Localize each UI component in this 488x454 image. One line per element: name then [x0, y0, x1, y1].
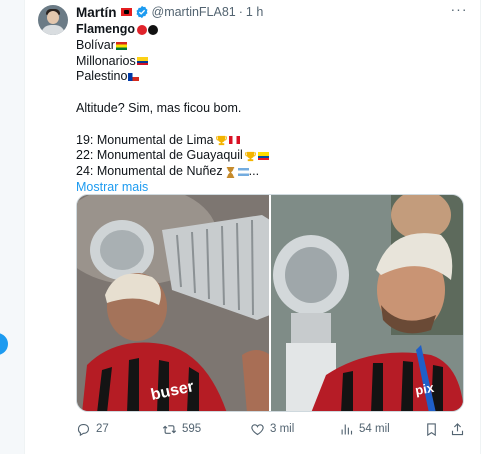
- bolivia-flag-icon: [115, 41, 127, 50]
- photo-player-kissing-trophy-right[interactable]: pix: [271, 195, 463, 411]
- trophy-icon: [244, 151, 256, 161]
- peru-flag-icon: [228, 136, 240, 145]
- more-icon[interactable]: ···: [450, 2, 468, 17]
- like-icon: [251, 423, 264, 435]
- share-button[interactable]: [450, 420, 470, 438]
- colombia-flag-icon: [136, 57, 148, 66]
- media-grid: buser pix: [76, 194, 464, 412]
- photo-player-kissing-trophy-left[interactable]: buser: [77, 195, 269, 411]
- photo-left-illustration: buser: [77, 195, 269, 411]
- chile-flag-icon: [128, 73, 140, 82]
- like-count: 3 mil: [270, 423, 295, 435]
- post-header: Martín @martinFLA81 · 1 h: [76, 4, 263, 20]
- verified-badge-icon[interactable]: [135, 5, 149, 19]
- opponent-millonarios: Millonarios: [76, 53, 136, 68]
- avatar[interactable]: [38, 5, 68, 35]
- photo-right-illustration: pix: [271, 195, 463, 411]
- views-count: 54 mil: [359, 423, 390, 435]
- post-text: Flamengo Bolívar Millonarios Palestino A…: [76, 22, 466, 196]
- opponent-palestino: Palestino: [76, 69, 128, 84]
- repost-button[interactable]: 595: [162, 420, 201, 438]
- reply-button[interactable]: 27: [76, 420, 109, 438]
- views-button[interactable]: 54 mil: [339, 420, 390, 438]
- action-bar: 27 595 3 mil 54 mil: [76, 420, 468, 438]
- final-nunez: 24: Monumental de Nuñez: [76, 164, 223, 179]
- final-lima: 19: Monumental de Lima: [76, 132, 214, 147]
- black-circle-icon: [148, 24, 159, 35]
- author-name[interactable]: Martín: [76, 5, 117, 20]
- repost-count: 595: [182, 423, 202, 435]
- albania-flag-icon: [120, 8, 132, 16]
- altitude-text: Altitude? Sim, mas ficou bom.: [76, 100, 242, 115]
- red-circle-icon: [137, 24, 148, 35]
- hourglass-icon: [226, 166, 234, 178]
- column-divider: [480, 0, 481, 454]
- sidebar-edge: [0, 0, 25, 454]
- reply-count: 27: [96, 423, 109, 435]
- trophy-icon: [215, 135, 227, 146]
- club-name: Flamengo: [76, 22, 136, 36]
- opponent-bolivar: Bolívar: [76, 37, 115, 52]
- like-button[interactable]: 3 mil: [250, 420, 294, 438]
- final-guayaquil: 22: Monumental de Guayaquil: [76, 148, 243, 163]
- ecuador-flag-icon: [257, 152, 269, 161]
- views-icon: [341, 424, 353, 434]
- bookmark-icon: [427, 422, 436, 436]
- author-handle[interactable]: @martinFLA81: [152, 5, 236, 19]
- separator-dot: ·: [238, 5, 243, 19]
- repost-icon: [162, 424, 177, 434]
- share-icon: [451, 422, 464, 435]
- argentina-flag-icon: [237, 168, 249, 177]
- reply-icon: [77, 423, 90, 436]
- ellipsis: ...: [248, 164, 260, 179]
- post-time[interactable]: 1 h: [246, 5, 263, 19]
- bookmark-button[interactable]: [424, 420, 444, 438]
